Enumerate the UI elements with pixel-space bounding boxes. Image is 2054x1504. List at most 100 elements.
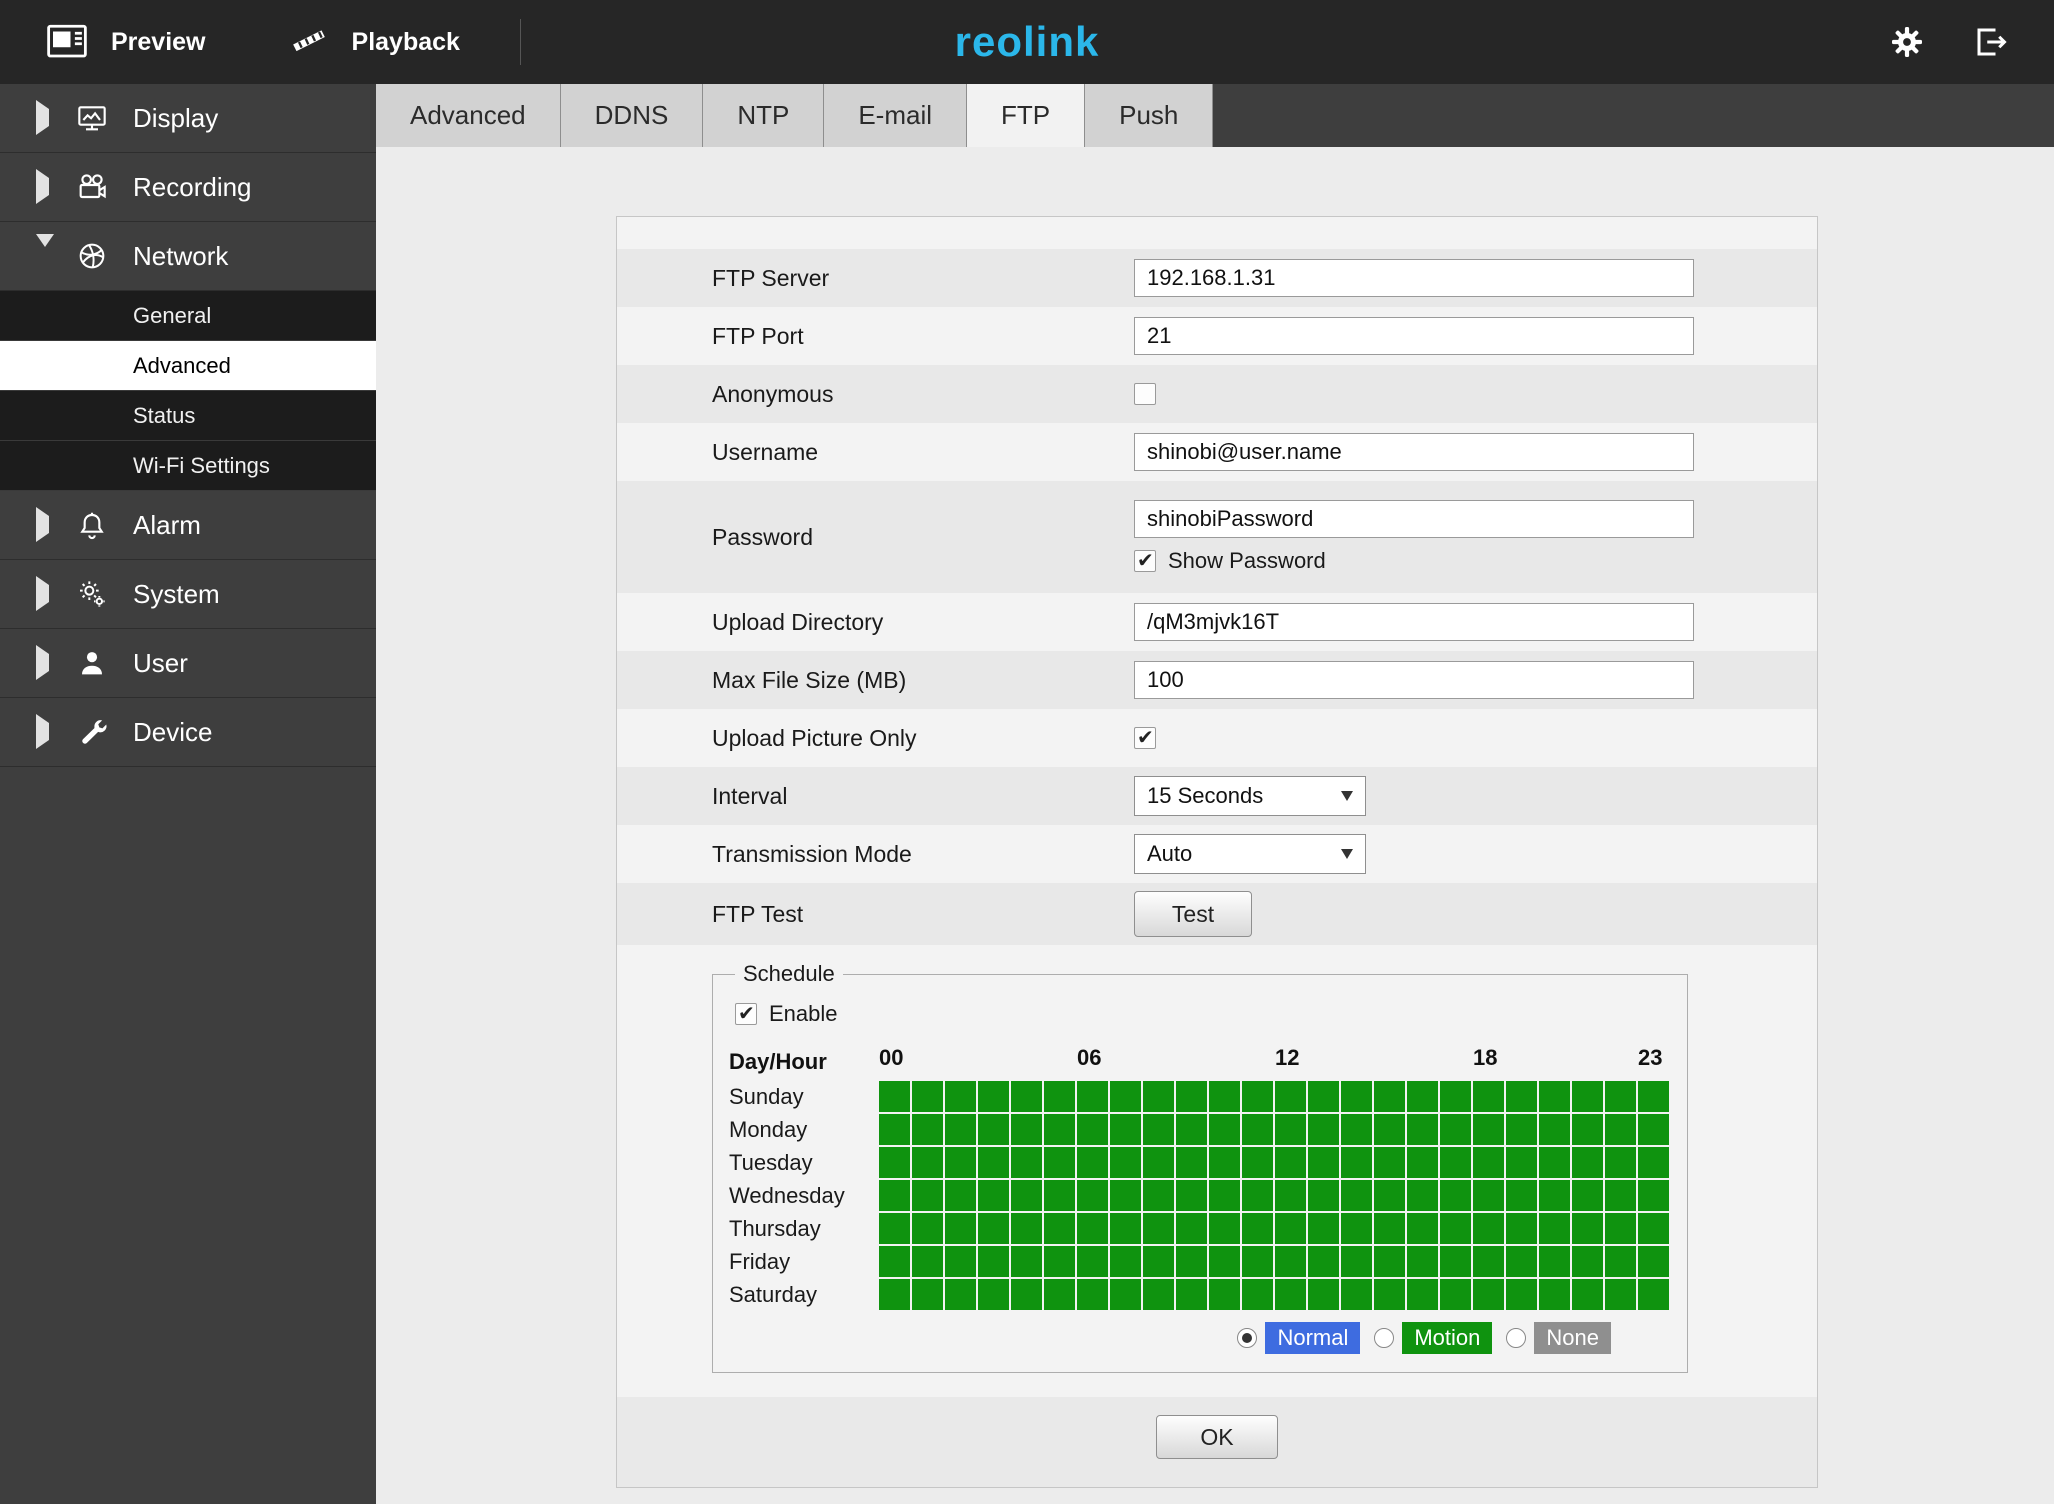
schedule-cell[interactable]	[1242, 1213, 1273, 1244]
schedule-cell[interactable]	[1077, 1147, 1108, 1178]
schedule-cell[interactable]	[1473, 1081, 1504, 1112]
schedule-cell[interactable]	[1374, 1114, 1405, 1145]
schedule-cell[interactable]	[978, 1147, 1009, 1178]
schedule-cell[interactable]	[912, 1081, 943, 1112]
schedule-cell[interactable]	[1539, 1279, 1570, 1310]
schedule-cell[interactable]	[1539, 1081, 1570, 1112]
schedule-cell[interactable]	[1374, 1213, 1405, 1244]
schedule-cell[interactable]	[1011, 1081, 1042, 1112]
schedule-cell[interactable]	[1110, 1246, 1141, 1277]
schedule-cell[interactable]	[1308, 1180, 1339, 1211]
schedule-cell[interactable]	[1341, 1246, 1372, 1277]
schedule-cell[interactable]	[1308, 1246, 1339, 1277]
schedule-cell[interactable]	[1572, 1114, 1603, 1145]
schedule-cell[interactable]	[1407, 1246, 1438, 1277]
schedule-cell[interactable]	[1605, 1081, 1636, 1112]
anonymous-checkbox[interactable]	[1134, 383, 1156, 405]
schedule-cell[interactable]	[1506, 1147, 1537, 1178]
schedule-cell[interactable]	[1209, 1213, 1240, 1244]
schedule-cell[interactable]	[945, 1279, 976, 1310]
schedule-cell[interactable]	[1374, 1279, 1405, 1310]
schedule-cell[interactable]	[1473, 1114, 1504, 1145]
schedule-cell[interactable]	[879, 1246, 910, 1277]
playback-nav[interactable]: Playback	[286, 22, 460, 62]
mode-radio[interactable]	[1237, 1328, 1258, 1348]
schedule-cell[interactable]	[1110, 1114, 1141, 1145]
schedule-cell[interactable]	[912, 1213, 943, 1244]
schedule-cell[interactable]	[1341, 1114, 1372, 1145]
schedule-cell[interactable]	[1044, 1279, 1075, 1310]
schedule-cell[interactable]	[1341, 1081, 1372, 1112]
schedule-enable-checkbox[interactable]	[735, 1001, 757, 1026]
schedule-cell[interactable]	[1473, 1213, 1504, 1244]
logout-icon[interactable]	[1973, 24, 2009, 60]
schedule-cell[interactable]	[978, 1081, 1009, 1112]
tab-ftp[interactable]: FTP	[967, 84, 1086, 147]
schedule-cell[interactable]	[1572, 1279, 1603, 1310]
schedule-cell[interactable]	[1242, 1081, 1273, 1112]
schedule-cell[interactable]	[912, 1246, 943, 1277]
schedule-cell[interactable]	[1374, 1246, 1405, 1277]
schedule-cell[interactable]	[1341, 1279, 1372, 1310]
username-input[interactable]	[1134, 433, 1694, 471]
schedule-cell[interactable]	[1209, 1279, 1240, 1310]
sidebar-item-recording[interactable]: Recording	[0, 153, 376, 222]
schedule-cell[interactable]	[1539, 1147, 1570, 1178]
schedule-cell[interactable]	[1044, 1213, 1075, 1244]
sidebar-item-network[interactable]: Network	[0, 222, 376, 291]
schedule-cell[interactable]	[1506, 1279, 1537, 1310]
schedule-cell[interactable]	[1275, 1147, 1306, 1178]
schedule-cell[interactable]	[978, 1180, 1009, 1211]
schedule-cell[interactable]	[1440, 1114, 1471, 1145]
schedule-cell[interactable]	[1209, 1147, 1240, 1178]
schedule-cell[interactable]	[1638, 1180, 1669, 1211]
show-password-checkbox[interactable]	[1134, 548, 1156, 573]
tab-ntp[interactable]: NTP	[703, 84, 825, 147]
schedule-cell[interactable]	[945, 1081, 976, 1112]
schedule-cell[interactable]	[945, 1147, 976, 1178]
schedule-cell[interactable]	[1044, 1081, 1075, 1112]
schedule-cell[interactable]	[1506, 1180, 1537, 1211]
schedule-cell[interactable]	[1506, 1081, 1537, 1112]
schedule-cell[interactable]	[1176, 1081, 1207, 1112]
schedule-cell[interactable]	[1638, 1114, 1669, 1145]
schedule-cell[interactable]	[1143, 1081, 1174, 1112]
schedule-cell[interactable]	[978, 1246, 1009, 1277]
schedule-cell[interactable]	[1440, 1081, 1471, 1112]
schedule-cell[interactable]	[1077, 1279, 1108, 1310]
schedule-cell[interactable]	[1308, 1081, 1339, 1112]
mode-option-motion[interactable]: Motion	[1374, 1322, 1493, 1354]
schedule-cell[interactable]	[1077, 1081, 1108, 1112]
sidebar-item-system[interactable]: System	[0, 560, 376, 629]
schedule-cell[interactable]	[1143, 1180, 1174, 1211]
schedule-cell[interactable]	[1539, 1213, 1570, 1244]
schedule-cell[interactable]	[1341, 1147, 1372, 1178]
schedule-cell[interactable]	[1572, 1246, 1603, 1277]
ok-button[interactable]: OK	[1156, 1415, 1278, 1459]
schedule-cell[interactable]	[1176, 1114, 1207, 1145]
schedule-cell[interactable]	[1011, 1114, 1042, 1145]
schedule-cell[interactable]	[1176, 1147, 1207, 1178]
schedule-cell[interactable]	[879, 1213, 910, 1244]
schedule-cell[interactable]	[1638, 1246, 1669, 1277]
schedule-cell[interactable]	[1176, 1279, 1207, 1310]
sidebar-subitem-advanced[interactable]: Advanced	[0, 341, 376, 391]
mode-radio[interactable]	[1374, 1328, 1395, 1348]
schedule-cell[interactable]	[1110, 1081, 1141, 1112]
schedule-cell[interactable]	[1275, 1246, 1306, 1277]
schedule-cell[interactable]	[879, 1279, 910, 1310]
schedule-cell[interactable]	[879, 1114, 910, 1145]
schedule-cell[interactable]	[1275, 1114, 1306, 1145]
upload-directory-input[interactable]	[1134, 603, 1694, 641]
schedule-cell[interactable]	[1209, 1246, 1240, 1277]
schedule-cell[interactable]	[945, 1114, 976, 1145]
schedule-cell[interactable]	[1605, 1147, 1636, 1178]
ftp-server-input[interactable]	[1134, 259, 1694, 297]
schedule-cell[interactable]	[1275, 1279, 1306, 1310]
schedule-cell[interactable]	[1011, 1180, 1042, 1211]
schedule-cell[interactable]	[1077, 1114, 1108, 1145]
schedule-cell[interactable]	[1539, 1246, 1570, 1277]
schedule-cell[interactable]	[1242, 1147, 1273, 1178]
sidebar-item-alarm[interactable]: Alarm	[0, 491, 376, 560]
schedule-cell[interactable]	[1440, 1180, 1471, 1211]
